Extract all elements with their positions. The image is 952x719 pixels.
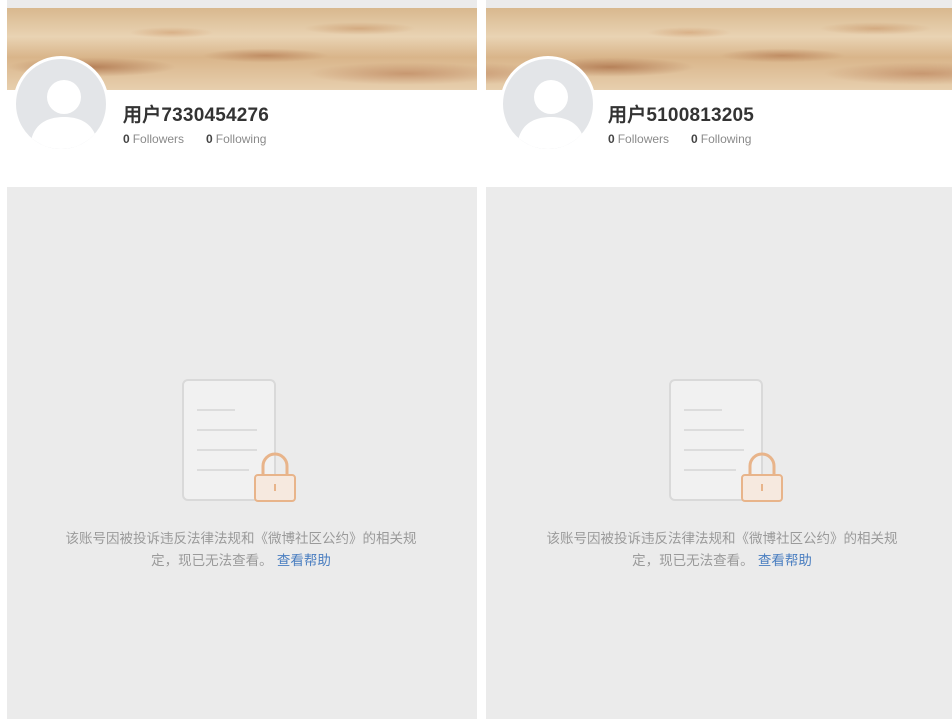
profile-panel-2: 用户5100813205 0 Followers 0 Following 该账号因被投…: [486, 0, 952, 719]
username: 用户7330454276: [123, 105, 270, 126]
followers-link[interactable]: 0 Followers: [123, 132, 184, 146]
default-avatar-icon[interactable]: [500, 56, 596, 152]
default-avatar-icon[interactable]: [13, 56, 109, 152]
followers-count: 0: [123, 132, 130, 146]
follow-counts: 0 Followers 0 Following: [608, 132, 751, 146]
following-link[interactable]: 0 Following: [206, 132, 266, 146]
username: 用户5100813205: [608, 105, 755, 126]
following-count: 0: [206, 132, 213, 146]
following-label: Following: [700, 132, 752, 146]
following-count: 0: [691, 132, 698, 146]
account-blocked-notice: 该账号因被投诉违反法律法规和《微博社区公约》的相关规定，现已无法查看。 查看帮助: [536, 528, 908, 572]
notice-text: 该账号因被投诉违反法律法规和《微博社区公约》的相关规定，现已无法查看。: [65, 531, 417, 569]
view-help-link[interactable]: 查看帮助: [758, 553, 812, 569]
following-label: Following: [215, 132, 267, 146]
following-link[interactable]: 0 Following: [691, 132, 751, 146]
followers-label: Followers: [617, 132, 670, 146]
followers-link[interactable]: 0 Followers: [608, 132, 669, 146]
followers-label: Followers: [132, 132, 185, 146]
profile-panels: 用户7330454276 0 Followers 0 Following 该账号因被投…: [0, 0, 952, 719]
view-help-link[interactable]: 查看帮助: [277, 553, 331, 569]
locked-document-icon: [182, 379, 296, 502]
locked-document-icon: [669, 379, 783, 502]
account-blocked-notice: 该账号因被投诉违反法律法规和《微博社区公约》的相关规定，现已无法查看。 查看帮助: [55, 528, 427, 572]
followers-count: 0: [608, 132, 615, 146]
notice-text: 该账号因被投诉违反法律法规和《微博社区公约》的相关规定，现已无法查看。: [546, 531, 898, 569]
follow-counts: 0 Followers 0 Following: [123, 132, 266, 146]
profile-panel-1: 用户7330454276 0 Followers 0 Following 该账号因被投…: [7, 0, 477, 719]
